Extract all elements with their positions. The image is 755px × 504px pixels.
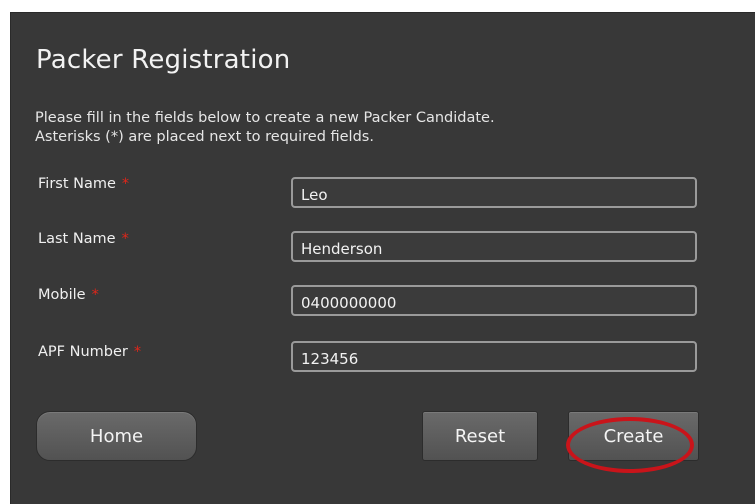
- home-button-label: Home: [89, 425, 144, 447]
- first-name-label: First Name *: [38, 176, 129, 192]
- required-asterisk: *: [133, 344, 142, 360]
- mobile-label: Mobile *: [38, 287, 99, 303]
- form-instructions: Please fill in the fields below to creat…: [35, 109, 495, 147]
- first-name-field[interactable]: [291, 177, 697, 208]
- last-name-label: Last Name *: [38, 231, 129, 247]
- apf-number-label: APF Number *: [38, 344, 141, 360]
- create-button-label: Create: [603, 425, 664, 447]
- required-asterisk: *: [121, 176, 130, 192]
- create-button[interactable]: Create: [568, 411, 699, 461]
- first-name-label-text: First Name: [38, 176, 116, 192]
- apf-number-field[interactable]: [291, 341, 697, 372]
- required-asterisk: *: [121, 231, 129, 247]
- last-name-label-text: Last Name: [38, 231, 116, 247]
- instructions-line-2: Asterisks (*) are placed next to require…: [35, 129, 374, 145]
- page-title: Packer Registration: [36, 45, 291, 75]
- mobile-label-text: Mobile: [38, 287, 86, 303]
- mobile-field[interactable]: [291, 285, 697, 316]
- home-button[interactable]: Home: [36, 411, 197, 461]
- last-name-field[interactable]: [291, 231, 697, 262]
- required-asterisk: *: [91, 287, 99, 303]
- reset-button[interactable]: Reset: [422, 411, 538, 461]
- apf-number-label-text: APF Number: [38, 344, 128, 360]
- reset-button-label: Reset: [454, 425, 506, 447]
- instructions-line-1: Please fill in the fields below to creat…: [35, 110, 495, 126]
- registration-panel: Packer Registration Please fill in the f…: [10, 12, 755, 504]
